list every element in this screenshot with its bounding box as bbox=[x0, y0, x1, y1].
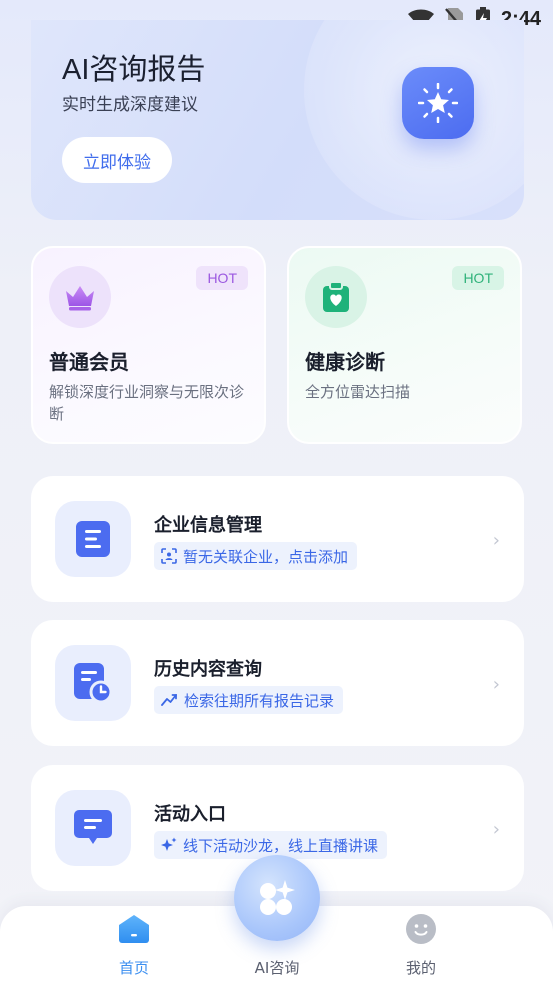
clover-sparkle-icon bbox=[260, 880, 295, 915]
chat-bubble-icon bbox=[74, 810, 112, 844]
hot-badge: HOT bbox=[196, 266, 248, 290]
list-title: 活动入口 bbox=[154, 804, 226, 825]
list-tag-text: 暂无关联企业，点击添加 bbox=[183, 547, 349, 566]
clipboard-heart-icon bbox=[323, 281, 349, 312]
hero-title: AI咨询报告 bbox=[62, 54, 206, 86]
list-tag: 暂无关联企业，点击添加 bbox=[154, 542, 358, 570]
profile-icon-wrap bbox=[404, 912, 438, 946]
list-tag-text: 线下活动沙龙，线上直播讲课 bbox=[183, 836, 379, 855]
document-clock-icon bbox=[74, 663, 113, 704]
nav-profile[interactable]: 我的 bbox=[361, 906, 481, 983]
membership-title: 普通会员 bbox=[49, 350, 129, 374]
list-icon-wrap bbox=[55, 645, 131, 721]
crown-icon bbox=[66, 286, 94, 311]
chevron-right-icon: › bbox=[492, 674, 500, 695]
scan-face-icon bbox=[161, 548, 177, 564]
clipboard-icon-wrap bbox=[305, 266, 367, 328]
list-icon-wrap bbox=[55, 790, 131, 866]
document-lines-icon bbox=[76, 521, 110, 557]
health-diagnosis-card[interactable]: HOT 健康诊断 全方位雷达扫描 bbox=[287, 246, 522, 444]
home-icon-wrap bbox=[117, 912, 151, 946]
hot-badge: HOT bbox=[452, 266, 504, 290]
list-item-history[interactable]: 历史内容查询 检索往期所有报告记录 › bbox=[31, 620, 524, 746]
star-spark-icon bbox=[418, 83, 458, 123]
nav-profile-label: 我的 bbox=[405, 959, 436, 977]
trend-icon bbox=[161, 694, 177, 706]
crown-icon-wrap bbox=[49, 266, 111, 328]
smiley-icon bbox=[406, 914, 436, 944]
nav-home[interactable]: 首页 bbox=[74, 906, 194, 983]
try-now-button[interactable]: 立即体验 bbox=[62, 137, 172, 183]
health-title: 健康诊断 bbox=[305, 350, 385, 374]
chevron-right-icon: › bbox=[492, 530, 500, 551]
nav-home-label: 首页 bbox=[118, 959, 149, 977]
hero-subtitle: 实时生成深度建议 bbox=[62, 95, 198, 115]
list-title: 历史内容查询 bbox=[154, 659, 262, 680]
hero-banner[interactable]: AI咨询报告 实时生成深度建议 立即体验 bbox=[31, 20, 524, 220]
health-description: 全方位雷达扫描 bbox=[305, 383, 411, 401]
list-title: 企业信息管理 bbox=[154, 515, 262, 536]
home-icon bbox=[119, 915, 149, 943]
chevron-right-icon: › bbox=[492, 819, 500, 840]
list-item-company-info[interactable]: 企业信息管理 暂无关联企业，点击添加 › bbox=[31, 476, 524, 602]
hero-badge bbox=[402, 67, 474, 139]
membership-description: 解锁深度行业洞察与无限次诊断 bbox=[49, 383, 245, 423]
sparkle-icon bbox=[161, 837, 177, 851]
home-screen: 2:44 AI咨询报告 实时生成深度建议 立即体验 HOT 普通会员 解锁深度行… bbox=[0, 0, 553, 983]
list-icon-wrap bbox=[55, 501, 131, 577]
ai-consult-fab[interactable] bbox=[234, 855, 320, 941]
list-tag: 检索往期所有报告记录 bbox=[154, 686, 344, 714]
membership-card[interactable]: HOT 普通会员 解锁深度行业洞察与无限次诊断 bbox=[31, 246, 266, 444]
list-tag-text: 检索往期所有报告记录 bbox=[184, 691, 335, 710]
nav-ai-label: AI咨询 bbox=[254, 959, 300, 977]
